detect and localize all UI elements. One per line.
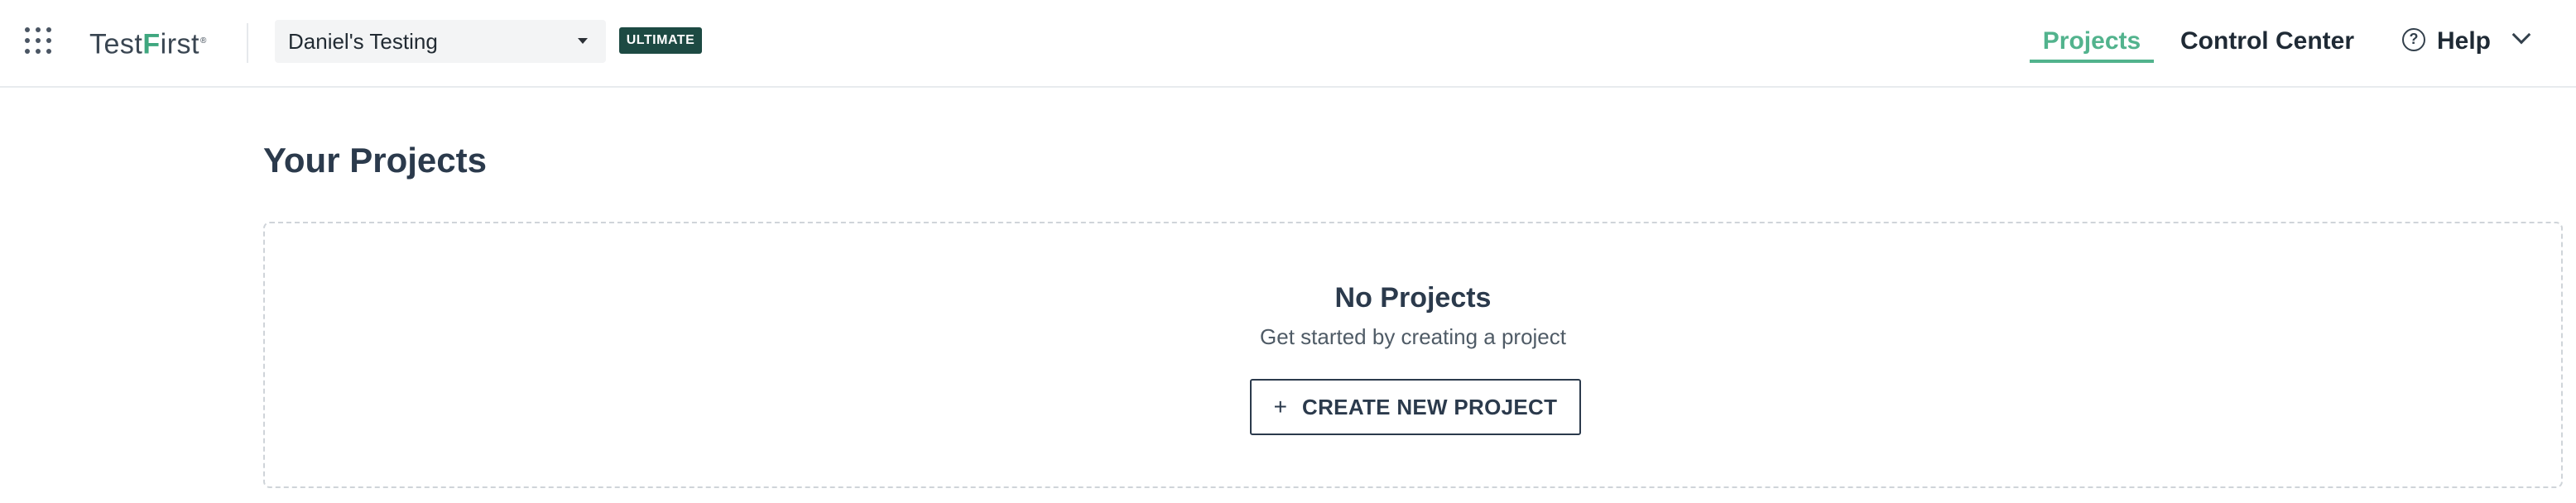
plus-icon: + [1273, 394, 1288, 419]
nav-help[interactable]: Help [2437, 20, 2491, 63]
nav-projects[interactable]: Projects [2030, 20, 2154, 63]
empty-state-subtitle: Get started by creating a project [1260, 324, 1566, 349]
nav-control-center[interactable]: Control Center [2180, 20, 2354, 63]
logo-text-2: irst [160, 28, 199, 60]
logo-text-1: Test [89, 28, 143, 60]
plan-badge: ULTIMATE [619, 27, 702, 54]
caret-down-icon [578, 38, 588, 44]
apps-grid-icon[interactable] [25, 27, 51, 54]
logo-text-accent: F [142, 28, 161, 60]
header-divider [247, 23, 248, 63]
empty-projects-panel: No Projects Get started by creating a pr… [263, 222, 2563, 488]
top-bar: TestFirst® Daniel's Testing ULTIMATE Pro… [0, 0, 2576, 88]
chevron-down-icon[interactable] [2511, 25, 2531, 45]
empty-state-title: No Projects [1334, 282, 1492, 314]
create-new-project-label: CREATE NEW PROJECT [1302, 394, 1558, 419]
app-logo[interactable]: TestFirst® [89, 25, 207, 60]
create-new-project-button[interactable]: + CREATE NEW PROJECT [1250, 379, 1581, 435]
logo-registered-mark: ® [199, 36, 207, 46]
page-title: Your Projects [263, 141, 487, 180]
help-circle-icon[interactable]: ? [2402, 28, 2425, 51]
workspace-selector-label: Daniel's Testing [288, 29, 438, 54]
workspace-selector[interactable]: Daniel's Testing [275, 20, 606, 63]
